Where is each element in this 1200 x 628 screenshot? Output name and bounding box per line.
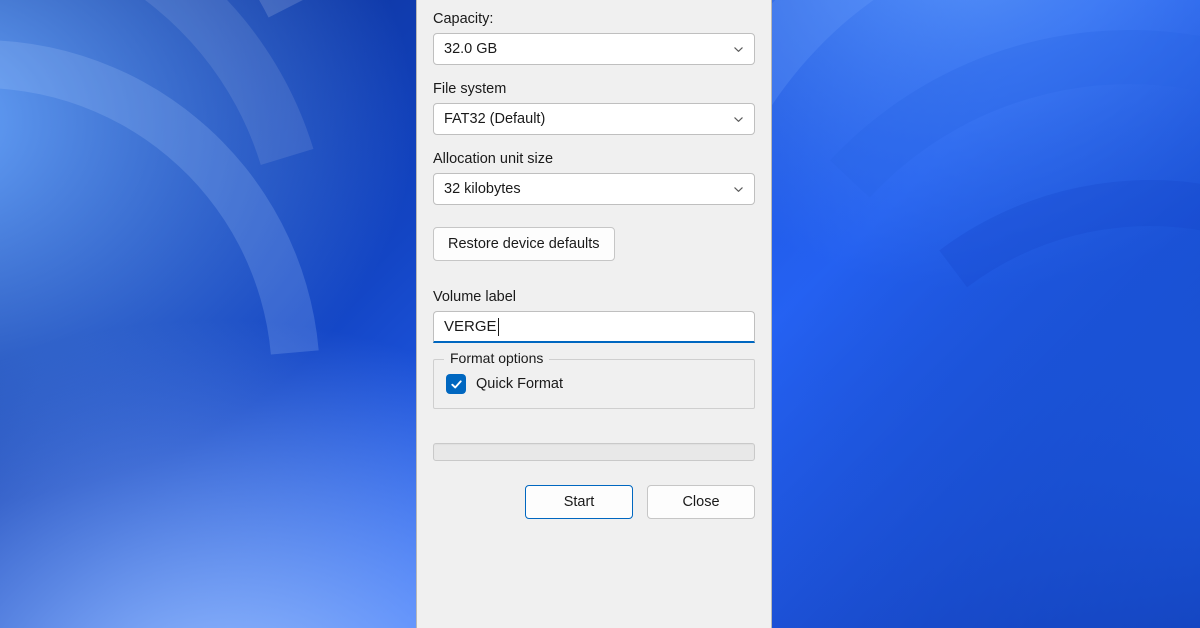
text-caret [498, 318, 499, 336]
checkbox-checked-icon [446, 374, 466, 394]
wallpaper-petal [0, 0, 459, 628]
volume-label-value: VERGE [444, 318, 497, 335]
filesystem-value: FAT32 (Default) [444, 111, 545, 127]
chevron-down-icon [732, 183, 744, 195]
format-options-title: Format options [444, 350, 549, 366]
format-dialog: Capacity: 32.0 GB File system FAT32 (Def… [416, 0, 772, 628]
close-button[interactable]: Close [647, 485, 755, 519]
wallpaper-petal [755, 135, 1200, 628]
capacity-label: Capacity: [433, 11, 755, 27]
format-progress-bar [433, 443, 755, 461]
restore-defaults-button[interactable]: Restore device defaults [433, 227, 615, 261]
dialog-button-row: Start Close [433, 485, 755, 519]
chevron-down-icon [732, 113, 744, 125]
allocation-label: Allocation unit size [433, 151, 755, 167]
capacity-value: 32.0 GB [444, 41, 497, 57]
allocation-select[interactable]: 32 kilobytes [433, 173, 755, 205]
desktop-wallpaper: Capacity: 32.0 GB File system FAT32 (Def… [0, 0, 1200, 628]
filesystem-select[interactable]: FAT32 (Default) [433, 103, 755, 135]
wallpaper-petal [706, 16, 1200, 628]
volume-label-text: Volume label [433, 289, 755, 305]
format-options-group: Format options Quick Format [433, 359, 755, 409]
chevron-down-icon [732, 43, 744, 55]
quick-format-checkbox[interactable]: Quick Format [446, 374, 742, 394]
volume-label-input[interactable]: VERGE [433, 311, 755, 343]
filesystem-label: File system [433, 81, 755, 97]
capacity-select[interactable]: 32.0 GB [433, 33, 755, 65]
quick-format-label: Quick Format [476, 376, 563, 392]
wallpaper-petal [0, 0, 464, 628]
allocation-value: 32 kilobytes [444, 181, 521, 197]
start-button[interactable]: Start [525, 485, 633, 519]
